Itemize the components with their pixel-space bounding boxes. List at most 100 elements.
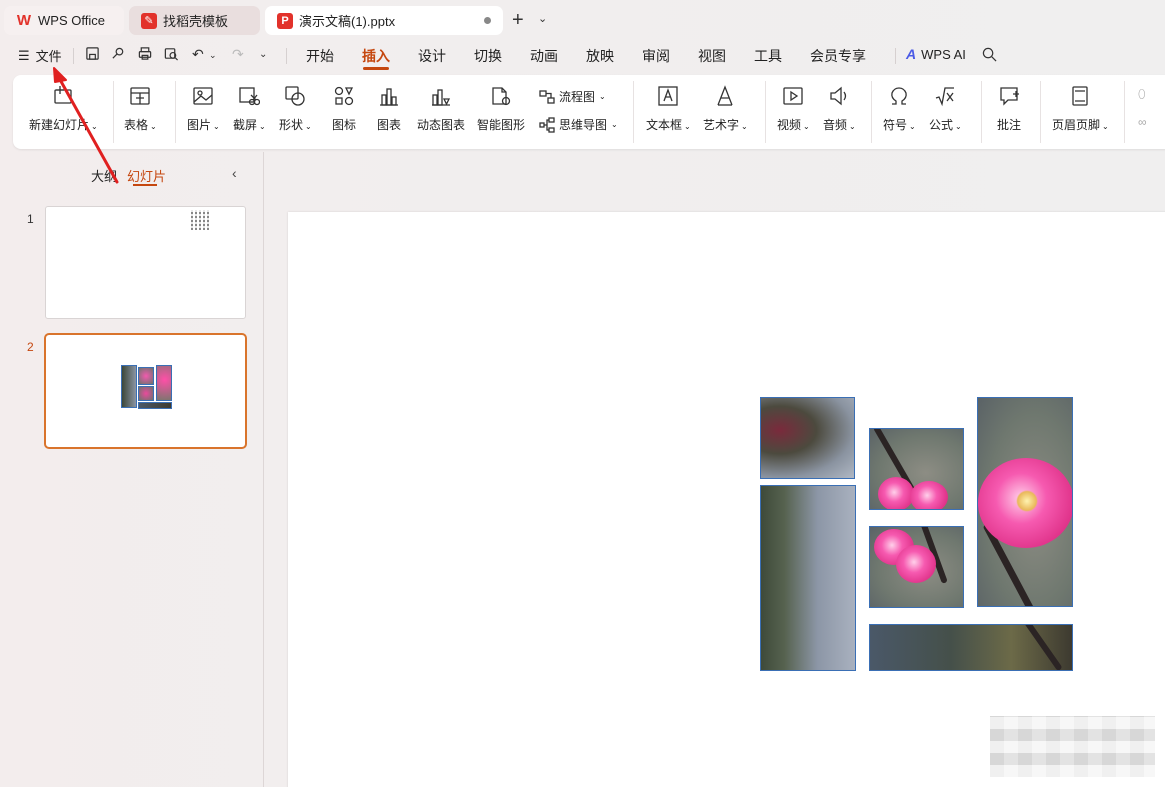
dynamic-chart-icon [432,89,451,106]
insert-ribbon: 新建幻灯片 ⌄ 表格 ⌄ 图片 ⌄ 截屏 ⌄ 形状 ⌄ 图标 图表 动态图表 智能图形 流… [13,75,1165,149]
chevron-down-icon[interactable]: ⌄ [538,12,547,25]
action-icon[interactable]: ⬯ [1138,87,1146,102]
picture-icon [193,87,214,105]
dynamic-chart-button[interactable]: 动态图表 [417,83,465,143]
customize-chevron-icon[interactable]: ⌄ [259,49,267,60]
undo-dropdown-icon[interactable]: ⌄ [209,50,217,61]
table-button[interactable]: 表格 ⌄ [124,83,157,143]
mindmap-label: 思维导图 [559,118,608,132]
ppt-file-icon: P [277,12,293,29]
slide-thumbnail-1[interactable] [45,206,246,319]
tab-tools[interactable]: 工具 [754,46,782,66]
flower-center [1016,490,1038,512]
wordart-label: 艺术字 [703,118,740,132]
slide-thumbnail-2[interactable] [44,333,247,449]
file-menu-label: 文件 [35,49,62,64]
divider [73,48,74,64]
header-footer-button[interactable]: 页眉页脚 ⌄ [1052,83,1109,143]
watermark-mosaic [990,716,1155,777]
symbol-label: 符号 [883,118,908,132]
mindmap-button[interactable]: 思维导图 ⌄ [539,116,618,133]
thumb-picture [156,365,172,401]
flowchart-icon [539,89,555,104]
divider [765,81,766,143]
shape-button[interactable]: 形状 ⌄ [279,83,312,143]
tab-review[interactable]: 审阅 [642,46,670,66]
undo-icon[interactable]: ↶ [192,46,204,63]
wps-ai-button[interactable]: A WPS AI [906,46,966,62]
picture-button[interactable]: 图片 ⌄ [187,83,220,143]
file-menu-button[interactable]: ☰ 文件 [18,46,62,65]
branch [1023,625,1063,670]
slide-picture-blur-bottom-wide[interactable] [869,624,1073,671]
textbox-button[interactable]: 文本框 ⌄ [646,83,691,143]
print-preview-icon[interactable] [163,46,179,64]
tab-design[interactable]: 设计 [418,46,446,66]
hyperlink-icon[interactable]: ∞ [1138,115,1147,129]
textbox-label: 文本框 [646,118,683,132]
tab-slides[interactable]: 幻灯片 [127,166,166,185]
tab-member[interactable]: 会员专享 [810,46,866,66]
divider [286,48,287,64]
symbol-button[interactable]: 符号 ⌄ [883,83,916,143]
new-slide-icon [54,86,73,104]
redo-icon[interactable]: ↷ [232,46,244,63]
audio-label: 音频 [823,118,848,132]
divider [175,81,176,143]
search-icon[interactable] [982,47,997,62]
flowchart-button[interactable]: 流程图 ⌄ [539,88,606,105]
tab-wps-office[interactable]: W WPS Office [4,6,124,35]
thumb-picture [121,365,137,408]
tab-slideshow[interactable]: 放映 [586,46,614,66]
divider [113,81,114,143]
divider [871,81,872,143]
slide-picture-flower-tall[interactable] [977,397,1073,607]
slide-picture-blur-tall-left[interactable] [760,485,856,671]
icon-library-button[interactable]: 图标 [331,83,357,143]
slide-picture-blur-top-left[interactable] [760,397,855,479]
wordart-button[interactable]: 艺术字 ⌄ [703,83,748,143]
comment-button[interactable]: 批注 [996,83,1022,143]
qr-code-thumbnail [191,210,211,230]
textbox-icon [658,86,679,106]
smart-graphic-label: 智能图形 [477,118,526,132]
sqrt-x-icon [936,87,955,107]
slide-picture-flower-top[interactable] [869,428,964,510]
flowchart-label: 流程图 [559,90,596,104]
tab-transitions[interactable]: 切换 [474,46,502,66]
unsaved-dot-icon[interactable] [484,17,491,24]
hamburger-icon: ☰ [18,47,30,63]
print-icon[interactable] [137,46,153,64]
tab-home[interactable]: 开始 [306,46,334,66]
tab-outline[interactable]: 大纲 [91,166,117,185]
collapse-panel-icon[interactable]: ‹ [232,165,237,181]
new-tab-plus-icon[interactable]: + [512,9,524,31]
header-footer-label: 页眉页脚 [1052,118,1101,132]
new-slide-label: 新建幻灯片 [29,118,90,132]
divider [1124,81,1125,143]
new-slide-button[interactable]: 新建幻灯片 ⌄ [29,83,98,143]
slide-picture-flower-bottom[interactable] [869,526,964,608]
smart-graphic-button[interactable]: 智能图形 [477,83,525,143]
audio-button[interactable]: 音频 ⌄ [823,83,856,143]
tab-presentation-document[interactable]: P 演示文稿(1).pptx [265,6,503,35]
icons-grid-icon [334,86,354,106]
video-label: 视频 [777,118,802,132]
formula-button[interactable]: 公式 ⌄ [929,83,962,143]
tab-docer-templates[interactable]: ✎ 找稻壳模板 [129,6,260,35]
video-button[interactable]: 视频 ⌄ [777,83,810,143]
save-icon[interactable] [85,46,100,64]
tab-insert[interactable]: 插入 [362,46,390,66]
thumb-picture [138,386,154,401]
tab-animations[interactable]: 动画 [530,46,558,66]
table-label: 表格 [124,118,149,132]
tab-label: WPS Office [38,13,105,28]
export-icon[interactable] [111,46,126,64]
screenshot-button[interactable]: 截屏 ⌄ [233,83,266,143]
chart-button[interactable]: 图表 [376,83,402,143]
mindmap-icon [539,116,555,133]
thumb-picture [138,367,154,385]
shape-label: 形状 [279,118,304,132]
tab-view[interactable]: 视图 [698,46,726,66]
divider [895,48,896,64]
